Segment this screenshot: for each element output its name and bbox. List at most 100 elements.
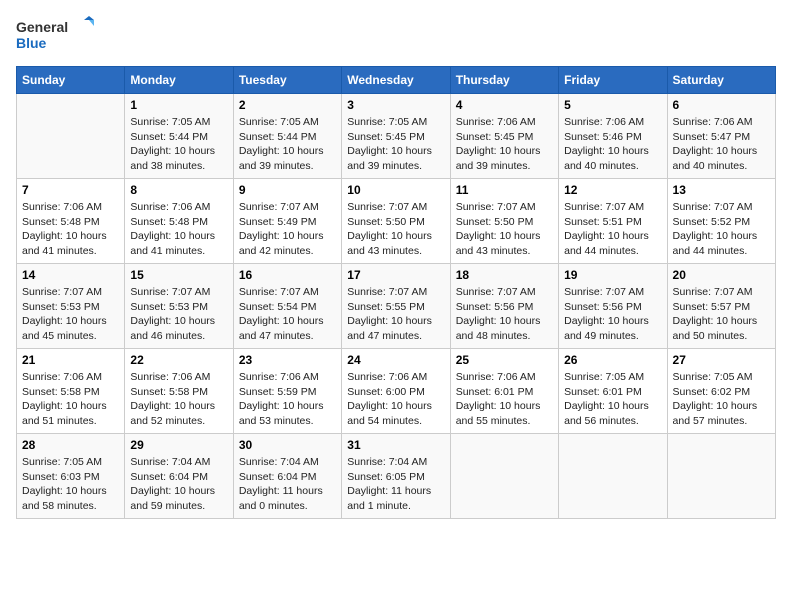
day-info: Sunrise: 7:06 AMSunset: 5:58 PMDaylight:… xyxy=(22,370,119,429)
day-number: 28 xyxy=(22,438,119,452)
calendar-header-row: SundayMondayTuesdayWednesdayThursdayFrid… xyxy=(17,67,776,94)
calendar-cell: 12Sunrise: 7:07 AMSunset: 5:51 PMDayligh… xyxy=(559,179,667,264)
logo-svg: General Blue xyxy=(16,16,96,56)
day-number: 24 xyxy=(347,353,444,367)
day-number: 31 xyxy=(347,438,444,452)
day-info: Sunrise: 7:07 AMSunset: 5:57 PMDaylight:… xyxy=(673,285,770,344)
day-info: Sunrise: 7:05 AMSunset: 6:03 PMDaylight:… xyxy=(22,455,119,514)
day-info: Sunrise: 7:05 AMSunset: 5:44 PMDaylight:… xyxy=(239,115,336,174)
day-info: Sunrise: 7:06 AMSunset: 5:45 PMDaylight:… xyxy=(456,115,553,174)
day-info: Sunrise: 7:06 AMSunset: 5:46 PMDaylight:… xyxy=(564,115,661,174)
day-number: 8 xyxy=(130,183,227,197)
day-info: Sunrise: 7:06 AMSunset: 5:48 PMDaylight:… xyxy=(22,200,119,259)
day-info: Sunrise: 7:06 AMSunset: 6:01 PMDaylight:… xyxy=(456,370,553,429)
calendar-cell: 31 Sunrise: 7:04 AMSunset: 6:05 PMDayligh… xyxy=(342,434,450,519)
day-info: Sunrise: 7:07 AMSunset: 5:49 PMDaylight:… xyxy=(239,200,336,259)
day-number: 26 xyxy=(564,353,661,367)
svg-text:General: General xyxy=(16,19,68,35)
day-number: 20 xyxy=(673,268,770,282)
calendar-cell: 27 Sunrise: 7:05 AMSunset: 6:02 PMDayligh… xyxy=(667,349,775,434)
calendar-table: SundayMondayTuesdayWednesdayThursdayFrid… xyxy=(16,66,776,519)
calendar-cell: 19Sunrise: 7:07 AMSunset: 5:56 PMDayligh… xyxy=(559,264,667,349)
day-number: 5 xyxy=(564,98,661,112)
calendar-cell: 16 Sunrise: 7:07 AMSunset: 5:54 PMDayligh… xyxy=(233,264,341,349)
calendar-cell: 21 Sunrise: 7:06 AMSunset: 5:58 PMDayligh… xyxy=(17,349,125,434)
day-number: 2 xyxy=(239,98,336,112)
day-number: 11 xyxy=(456,183,553,197)
calendar-cell: 2 Sunrise: 7:05 AMSunset: 5:44 PMDaylight… xyxy=(233,94,341,179)
day-number: 13 xyxy=(673,183,770,197)
day-info: Sunrise: 7:07 AMSunset: 5:54 PMDaylight:… xyxy=(239,285,336,344)
calendar-week-3: 14 Sunrise: 7:07 AMSunset: 5:53 PMDayligh… xyxy=(17,264,776,349)
day-number: 1 xyxy=(130,98,227,112)
calendar-cell: 28 Sunrise: 7:05 AMSunset: 6:03 PMDayligh… xyxy=(17,434,125,519)
day-number: 14 xyxy=(22,268,119,282)
day-number: 6 xyxy=(673,98,770,112)
calendar-week-5: 28 Sunrise: 7:05 AMSunset: 6:03 PMDayligh… xyxy=(17,434,776,519)
calendar-week-4: 21 Sunrise: 7:06 AMSunset: 5:58 PMDayligh… xyxy=(17,349,776,434)
calendar-cell: 24 Sunrise: 7:06 AMSunset: 6:00 PMDayligh… xyxy=(342,349,450,434)
day-number: 29 xyxy=(130,438,227,452)
calendar-cell: 6 Sunrise: 7:06 AMSunset: 5:47 PMDaylight… xyxy=(667,94,775,179)
day-info: Sunrise: 7:07 AMSunset: 5:53 PMDaylight:… xyxy=(130,285,227,344)
calendar-body: 1 Sunrise: 7:05 AMSunset: 5:44 PMDaylight… xyxy=(17,94,776,519)
calendar-cell: 9 Sunrise: 7:07 AMSunset: 5:49 PMDaylight… xyxy=(233,179,341,264)
day-info: Sunrise: 7:07 AMSunset: 5:55 PMDaylight:… xyxy=(347,285,444,344)
calendar-cell: 7 Sunrise: 7:06 AMSunset: 5:48 PMDaylight… xyxy=(17,179,125,264)
calendar-cell: 29 Sunrise: 7:04 AMSunset: 6:04 PMDayligh… xyxy=(125,434,233,519)
day-info: Sunrise: 7:05 AMSunset: 5:45 PMDaylight:… xyxy=(347,115,444,174)
day-info: Sunrise: 7:06 AMSunset: 5:48 PMDaylight:… xyxy=(130,200,227,259)
calendar-cell xyxy=(450,434,558,519)
calendar-cell: 5 Sunrise: 7:06 AMSunset: 5:46 PMDaylight… xyxy=(559,94,667,179)
header-monday: Monday xyxy=(125,67,233,94)
day-info: Sunrise: 7:06 AMSunset: 5:59 PMDaylight:… xyxy=(239,370,336,429)
day-info: Sunrise: 7:04 AMSunset: 6:05 PMDaylight:… xyxy=(347,455,444,514)
calendar-cell: 30Sunrise: 7:04 AMSunset: 6:04 PMDayligh… xyxy=(233,434,341,519)
day-number: 15 xyxy=(130,268,227,282)
day-info: Sunrise: 7:04 AMSunset: 6:04 PMDaylight:… xyxy=(239,455,336,514)
logo: General Blue xyxy=(16,16,96,56)
day-number: 10 xyxy=(347,183,444,197)
calendar-cell: 13 Sunrise: 7:07 AMSunset: 5:52 PMDayligh… xyxy=(667,179,775,264)
calendar-cell: 25 Sunrise: 7:06 AMSunset: 6:01 PMDayligh… xyxy=(450,349,558,434)
calendar-cell: 8 Sunrise: 7:06 AMSunset: 5:48 PMDaylight… xyxy=(125,179,233,264)
day-number: 12 xyxy=(564,183,661,197)
day-number: 7 xyxy=(22,183,119,197)
calendar-cell: 4 Sunrise: 7:06 AMSunset: 5:45 PMDaylight… xyxy=(450,94,558,179)
calendar-cell: 11 Sunrise: 7:07 AMSunset: 5:50 PMDayligh… xyxy=(450,179,558,264)
day-number: 16 xyxy=(239,268,336,282)
calendar-cell: 3 Sunrise: 7:05 AMSunset: 5:45 PMDaylight… xyxy=(342,94,450,179)
calendar-cell: 22 Sunrise: 7:06 AMSunset: 5:58 PMDayligh… xyxy=(125,349,233,434)
day-info: Sunrise: 7:07 AMSunset: 5:53 PMDaylight:… xyxy=(22,285,119,344)
day-info: Sunrise: 7:07 AMSunset: 5:52 PMDaylight:… xyxy=(673,200,770,259)
day-info: Sunrise: 7:06 AMSunset: 5:47 PMDaylight:… xyxy=(673,115,770,174)
day-info: Sunrise: 7:06 AMSunset: 5:58 PMDaylight:… xyxy=(130,370,227,429)
calendar-cell: 26Sunrise: 7:05 AMSunset: 6:01 PMDayligh… xyxy=(559,349,667,434)
day-number: 25 xyxy=(456,353,553,367)
day-number: 17 xyxy=(347,268,444,282)
day-info: Sunrise: 7:04 AMSunset: 6:04 PMDaylight:… xyxy=(130,455,227,514)
calendar-cell: 14 Sunrise: 7:07 AMSunset: 5:53 PMDayligh… xyxy=(17,264,125,349)
calendar-week-1: 1 Sunrise: 7:05 AMSunset: 5:44 PMDaylight… xyxy=(17,94,776,179)
day-info: Sunrise: 7:05 AMSunset: 6:02 PMDaylight:… xyxy=(673,370,770,429)
page-header: General Blue xyxy=(16,16,776,56)
calendar-cell: 10 Sunrise: 7:07 AMSunset: 5:50 PMDayligh… xyxy=(342,179,450,264)
day-number: 9 xyxy=(239,183,336,197)
calendar-cell: 20 Sunrise: 7:07 AMSunset: 5:57 PMDayligh… xyxy=(667,264,775,349)
calendar-cell: 1 Sunrise: 7:05 AMSunset: 5:44 PMDaylight… xyxy=(125,94,233,179)
day-number: 4 xyxy=(456,98,553,112)
day-info: Sunrise: 7:06 AMSunset: 6:00 PMDaylight:… xyxy=(347,370,444,429)
day-info: Sunrise: 7:07 AMSunset: 5:50 PMDaylight:… xyxy=(347,200,444,259)
day-number: 27 xyxy=(673,353,770,367)
calendar-cell: 17 Sunrise: 7:07 AMSunset: 5:55 PMDayligh… xyxy=(342,264,450,349)
day-info: Sunrise: 7:05 AMSunset: 5:44 PMDaylight:… xyxy=(130,115,227,174)
header-tuesday: Tuesday xyxy=(233,67,341,94)
header-thursday: Thursday xyxy=(450,67,558,94)
day-info: Sunrise: 7:07 AMSunset: 5:50 PMDaylight:… xyxy=(456,200,553,259)
day-number: 22 xyxy=(130,353,227,367)
calendar-week-2: 7 Sunrise: 7:06 AMSunset: 5:48 PMDaylight… xyxy=(17,179,776,264)
day-info: Sunrise: 7:07 AMSunset: 5:56 PMDaylight:… xyxy=(456,285,553,344)
calendar-cell: 23Sunrise: 7:06 AMSunset: 5:59 PMDayligh… xyxy=(233,349,341,434)
day-number: 21 xyxy=(22,353,119,367)
day-number: 3 xyxy=(347,98,444,112)
